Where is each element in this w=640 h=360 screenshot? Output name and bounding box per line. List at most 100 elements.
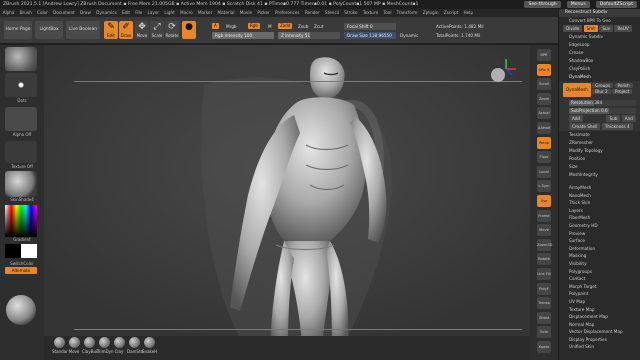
home-page-button[interactable]: Home Page xyxy=(4,21,32,39)
see-through-slider[interactable]: See-through xyxy=(524,1,561,8)
subpalette-unified-skin[interactable]: Unified Skin xyxy=(559,343,640,351)
tray-button-transp[interactable]: Transp xyxy=(537,297,551,310)
alpha-thumbnail[interactable] xyxy=(5,107,37,131)
tray-button-solo[interactable]: Solo xyxy=(537,326,551,339)
tray-button-floor[interactable]: Floor xyxy=(537,151,551,164)
subpalette-claypolish[interactable]: ClayPolish xyxy=(559,65,640,73)
z-intensity-slider[interactable]: Z Intensity 51 xyxy=(278,32,340,39)
smt-toggle[interactable]: Smt xyxy=(583,25,598,32)
polish-toggle[interactable]: Polish xyxy=(614,83,633,88)
brush-trimdyn[interactable]: TrimDyn xyxy=(97,337,114,354)
m-toggle[interactable]: M xyxy=(268,24,272,29)
menu-zscript[interactable]: Zscript xyxy=(444,10,459,15)
subpalette-display-properties[interactable]: Display Properties xyxy=(559,336,640,344)
focal-shift-slider[interactable]: Focal Shift 0 xyxy=(344,23,396,30)
move-button[interactable]: ✥ Move xyxy=(135,21,149,39)
stroke-dots-thumbnail[interactable] xyxy=(5,73,37,97)
brush-damstd[interactable]: DamStd xyxy=(127,337,143,354)
subpalette-visibility[interactable]: Visibility xyxy=(559,260,640,268)
menu-layer[interactable]: Layer xyxy=(147,10,159,15)
tray-button-spix-3[interactable]: SPix 3 xyxy=(537,63,551,76)
suv-toggle[interactable]: Suv xyxy=(599,25,614,32)
menu-preferences[interactable]: Preferences xyxy=(275,10,300,15)
tray-button-zoom3d[interactable]: Zoom3D xyxy=(537,238,552,251)
project-toggle[interactable]: Project xyxy=(612,89,633,94)
thickness-slider[interactable]: Thickness 4 xyxy=(601,123,633,130)
default-zscript-button[interactable]: DefaultZScript xyxy=(595,1,637,8)
menus-button[interactable]: Menus xyxy=(566,1,590,8)
canvas-viewport[interactable]: 1.7,0.0 (1.00) xyxy=(44,45,530,352)
brush-standar[interactable]: Standar xyxy=(52,337,68,354)
tray-button-bpr[interactable]: BPR xyxy=(537,49,551,61)
menu-material[interactable]: Material xyxy=(218,10,235,15)
texture-thumbnail[interactable] xyxy=(5,141,37,163)
menu-transform[interactable]: Transform xyxy=(397,10,418,15)
menu-alpha[interactable]: Alpha xyxy=(3,10,15,15)
tray-button-scroll[interactable]: Scroll xyxy=(537,78,551,91)
current-brush-thumbnail[interactable] xyxy=(5,47,37,71)
resolution-slider[interactable]: Resolution 384 xyxy=(569,100,636,106)
a-toggle[interactable]: A xyxy=(212,23,219,29)
subpalette-fibermesh[interactable]: FiberMesh xyxy=(559,214,640,222)
zcut-toggle[interactable]: Zcut xyxy=(314,24,323,29)
tray-button-polyf[interactable]: PolyF xyxy=(537,282,551,295)
subpalette-meshintegrity[interactable]: MeshIntegrity xyxy=(559,171,640,179)
lightbox-button[interactable]: LightBox xyxy=(35,21,63,39)
brush-move[interactable]: Move xyxy=(67,337,81,354)
subpalette-masking[interactable]: Masking xyxy=(559,252,640,260)
menu-stencil[interactable]: Stencil xyxy=(325,10,339,15)
menu-help[interactable]: Help xyxy=(463,10,473,15)
material-thumbnail[interactable] xyxy=(5,171,37,197)
alternate-button[interactable]: Alternate xyxy=(5,267,37,274)
tray-button-persp[interactable]: Persp xyxy=(537,136,551,149)
subpalette-displacement-map[interactable]: Displacement Map xyxy=(559,313,640,321)
tray-button-move[interactable]: Move xyxy=(537,224,551,237)
tray-button-aahalf[interactable]: AAHalf xyxy=(537,122,551,134)
divide-button[interactable]: Divide xyxy=(563,25,583,32)
subpalette-surface[interactable]: Surface xyxy=(559,237,640,245)
subpalette-position[interactable]: Position xyxy=(559,155,640,163)
subpalette-preview[interactable]: Preview xyxy=(559,230,640,238)
color-picker[interactable] xyxy=(5,205,37,237)
menu-file[interactable]: File xyxy=(135,10,142,15)
brush-claybuil[interactable]: ClayBuil xyxy=(82,337,98,354)
menu-tool[interactable]: Tool xyxy=(383,10,391,15)
tray-button-actual[interactable]: Actual xyxy=(537,107,551,120)
switch-color-button[interactable]: SwitchColor xyxy=(0,261,44,266)
menu-render[interactable]: Render xyxy=(305,10,320,15)
subpalette-layers[interactable]: Layers xyxy=(559,207,640,215)
menu-zplugin[interactable]: Zplugin xyxy=(423,10,439,15)
groups-toggle[interactable]: Groups xyxy=(592,83,614,88)
tray-button-local[interactable]: Local xyxy=(537,165,551,178)
menu-texture[interactable]: Texture xyxy=(363,10,378,15)
rgb-intensity-slider[interactable]: Rgb Intensity 100 xyxy=(212,32,274,39)
create-shell-button[interactable]: Create Shell xyxy=(569,123,601,130)
subpalette-shadowbox[interactable]: ShadowBox xyxy=(559,57,640,65)
sculpt-model[interactable] xyxy=(44,45,530,352)
and-button[interactable]: And xyxy=(621,115,636,122)
subpalette-morph-target[interactable]: Morph Target xyxy=(559,283,640,291)
zsub-toggle[interactable]: Zsub xyxy=(298,24,308,29)
menu-stroke[interactable]: Stroke xyxy=(344,10,357,15)
tray-button-rotate[interactable]: Rotate xyxy=(537,253,551,266)
tray-button-frame[interactable]: Frame xyxy=(537,209,551,222)
reuv-toggle[interactable]: ReUV xyxy=(614,25,632,32)
subpalette-deformation[interactable]: Deformation xyxy=(559,245,640,253)
subpalette-vector-displacement-map[interactable]: Vector Displacement Map xyxy=(559,328,640,336)
tray-button-ghost[interactable]: Ghost xyxy=(537,311,551,324)
menu-dynamics[interactable]: Dynamics xyxy=(96,10,117,15)
subpalette-nanomesh[interactable]: NanoMesh xyxy=(559,192,640,200)
material-swatch-button[interactable]: ● xyxy=(182,21,196,39)
menu-movie[interactable]: Movie xyxy=(240,10,252,15)
main-color-swatch[interactable] xyxy=(5,244,21,258)
subpalette-geometry-hd[interactable]: Geometry HD xyxy=(559,222,640,230)
brush-snakeh[interactable]: SnakeH xyxy=(142,337,157,354)
tray-button-xyz[interactable]: Xyz xyxy=(537,195,551,207)
menu-color[interactable]: Color xyxy=(37,10,48,15)
subpalette-polypaint[interactable]: Polypaint xyxy=(559,290,640,298)
tray-button-zoom[interactable]: Zoom xyxy=(537,92,551,105)
reconstruct-subdiv-button[interactable]: Reconstruct Subdiv xyxy=(559,9,640,17)
subpalette-thick-skin[interactable]: Thick Skin xyxy=(559,199,640,207)
subpalette-normal-map[interactable]: Normal Map xyxy=(559,321,640,329)
rotate-button[interactable]: ⟳ Rotate xyxy=(165,21,179,39)
